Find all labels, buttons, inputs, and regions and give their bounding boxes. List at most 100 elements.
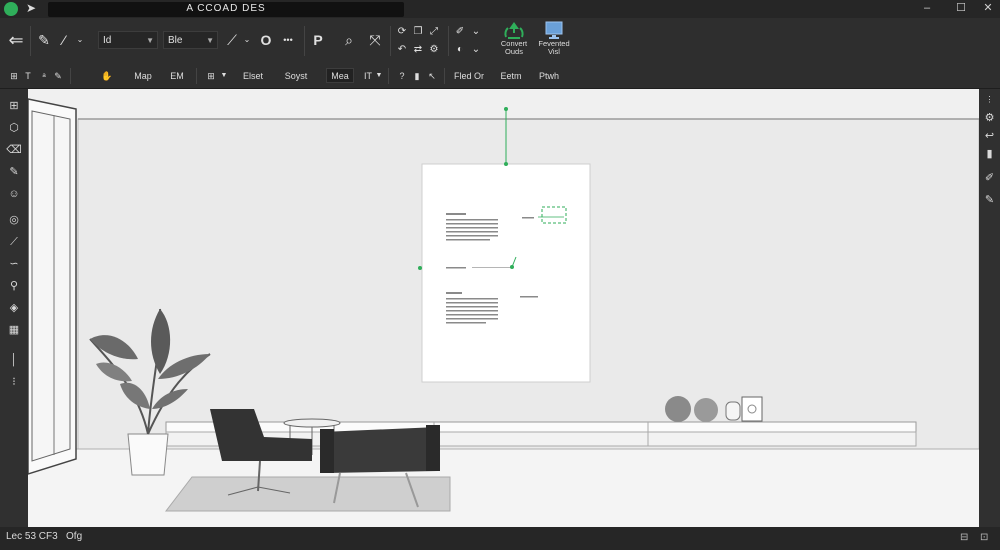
divider [304, 26, 305, 56]
recycle-icon [503, 20, 525, 40]
mirror-icon[interactable]: ⇄ [412, 40, 424, 60]
rotate-icon[interactable]: ⟳ [396, 22, 408, 42]
main-toolbar: ⇐ ✎ ⁄ ⌄ Id ▼ Ble ▼ ⟋ ⌄ O ••• P ⌕ ⤧ ⟳ ❐ ↶… [0, 18, 1000, 65]
scale-icon[interactable]: ⤢ [428, 22, 440, 42]
pencil-icon[interactable]: ✎ [981, 191, 998, 209]
grid-icon[interactable]: ⊞ [204, 68, 218, 84]
secondary-toolbar: ⊞ T ᵃ ✎ ✋ Map EM ⊞ ▼ Elset Soyst Mea IT … [0, 64, 1000, 89]
layers-icon[interactable]: ⊞ [8, 68, 20, 84]
file-icon[interactable]: ▮ [411, 68, 423, 84]
divider [444, 68, 445, 84]
elset-button[interactable]: Elset [234, 68, 272, 84]
link-icon[interactable]: ∽ [5, 255, 23, 273]
text-style-icon[interactable]: ᵃ [38, 68, 50, 84]
chevron-down-icon: ▼ [146, 36, 154, 45]
question-icon[interactable]: ? [396, 68, 408, 84]
minimize-button[interactable]: – [918, 1, 936, 16]
line-icon[interactable]: │ [5, 351, 23, 369]
divider [30, 26, 31, 56]
eraser-icon[interactable]: ⌫ [5, 141, 23, 159]
wrench-icon[interactable]: ⚲ [5, 277, 23, 295]
select-tool-button[interactable]: P [310, 30, 326, 50]
maximize-button[interactable]: ☐ [952, 1, 970, 16]
window-title: A CCOAD DES [186, 3, 266, 14]
bar-chart-icon[interactable]: ▮ [981, 145, 998, 163]
drawing-viewport[interactable] [28, 89, 979, 527]
pen-icon[interactable]: ✎ [5, 163, 23, 181]
status-bar: Lec 53 CF3 Ofg ⊟ ⊡ [0, 527, 1000, 550]
brush-icon[interactable]: ✐ [981, 169, 998, 187]
more-dots-button[interactable]: ••• [276, 30, 300, 50]
calendar-icon[interactable]: ▦ [5, 321, 23, 339]
chevron-down-icon[interactable]: ⌄ [241, 30, 253, 50]
paint-icon[interactable]: ✐ [454, 22, 466, 42]
undo-icon[interactable]: ↶ [396, 40, 408, 60]
copy-icon[interactable]: ❐ [412, 22, 424, 42]
chevron-down-icon[interactable]: ▼ [218, 68, 230, 84]
grid-icon[interactable]: ⊞ [5, 97, 23, 115]
hand-icon[interactable]: ✋ [100, 68, 114, 84]
chevron-down-icon[interactable]: ▼ [374, 68, 384, 84]
close-button[interactable]: ✕ [979, 1, 997, 16]
pen-icon[interactable]: ✎ [52, 68, 64, 84]
ruler-icon[interactable]: ⟋ [5, 233, 23, 251]
rug [164, 476, 451, 512]
chevron-down-icon[interactable]: ⌄ [470, 40, 482, 60]
cube-icon[interactable]: ⬡ [5, 119, 23, 137]
circle-tool-button[interactable]: O [258, 30, 274, 50]
style-dropdown-value: Ble [168, 35, 183, 46]
scene-canvas [28, 89, 979, 527]
circle-icon[interactable]: ◎ [5, 211, 23, 229]
search-icon[interactable]: ⌕ [340, 30, 358, 50]
convert-label: Convert Ouds [500, 39, 528, 56]
layer-dropdown[interactable]: Id ▼ [98, 31, 158, 49]
map-button[interactable]: Map [126, 68, 160, 84]
mea-field[interactable]: Mea [326, 68, 354, 83]
status-right-icon[interactable]: ⊟ [960, 532, 968, 543]
divider [70, 68, 71, 84]
divider [196, 68, 197, 84]
em-button[interactable]: EM [164, 68, 190, 84]
title-bar: ➤ A CCOAD DES – ☐ ✕ [0, 0, 1000, 18]
settings-icon[interactable]: ⚙ [428, 40, 440, 60]
status-resize-icon[interactable]: ⊡ [980, 532, 988, 543]
line-tool-icon[interactable]: ⁄ [56, 30, 72, 50]
eetm-button[interactable]: Eetm [496, 68, 526, 84]
fill-icon[interactable]: ◐ [454, 40, 466, 60]
right-tool-palette: ⋮ ⚙ ↩ ▮ ✐ ✎ [979, 89, 1000, 527]
status-text: Lec 53 CF3 Ofg [6, 531, 83, 542]
more-dots-icon[interactable]: ⋮ [981, 91, 998, 109]
dots-icon[interactable]: ⁝ [5, 373, 23, 391]
divider [448, 26, 449, 56]
convert-button[interactable]: Convert Ouds [492, 20, 536, 62]
left-tool-palette: ⊞ ⬡ ⌫ ✎ ☺ ◎ ⟋ ∽ ⚲ ◈ ▦ │ ⁝ [0, 89, 29, 527]
gear-icon[interactable]: ⚙ [981, 109, 998, 127]
transform-tool-icon[interactable]: ⤧ [366, 30, 384, 50]
ptwh-button[interactable]: Ptwh [534, 68, 564, 84]
cursor-icon[interactable]: ↖ [426, 68, 438, 84]
text-icon[interactable]: T [22, 68, 34, 84]
divider [390, 26, 391, 56]
document-sheet[interactable] [421, 163, 591, 383]
app-logo-icon [4, 2, 18, 16]
divider [388, 68, 389, 84]
back-arrow-icon[interactable]: ⇐ [6, 30, 26, 50]
people-icon[interactable]: ☺ [5, 185, 23, 203]
fled-button[interactable]: Fled Or [450, 68, 488, 84]
export-button[interactable]: Fevented Visl [532, 20, 576, 62]
pencil-tool-icon[interactable]: ✎ [36, 30, 52, 50]
chevron-down-icon[interactable]: ⌄ [74, 30, 86, 50]
chevron-down-icon[interactable]: ⌄ [470, 22, 482, 42]
chevron-down-icon: ▼ [206, 36, 214, 45]
curve-icon[interactable]: ↩ [981, 127, 998, 145]
bucket-icon[interactable]: ◈ [5, 299, 23, 317]
monitor-icon [543, 20, 565, 40]
window-frame [28, 98, 77, 475]
brush-tool-icon[interactable]: ⟋ [224, 30, 240, 50]
export-label: Fevented Visl [538, 39, 570, 56]
layer-dropdown-value: Id [103, 35, 112, 46]
soyst-button[interactable]: Soyst [276, 68, 316, 84]
play-arrow-icon[interactable]: ➤ [26, 1, 36, 15]
title-field: A CCOAD DES [48, 2, 404, 17]
style-dropdown[interactable]: Ble ▼ [163, 31, 218, 49]
